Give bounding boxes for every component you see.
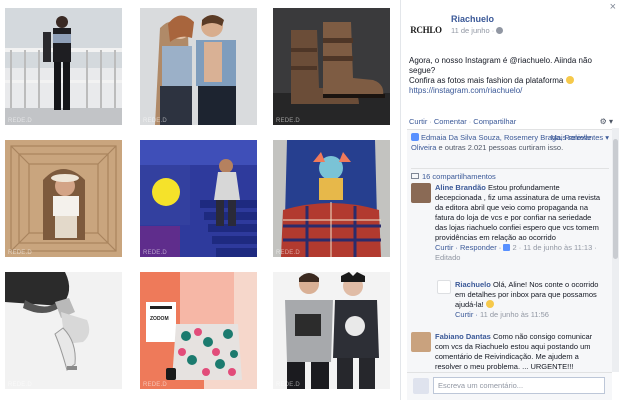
smiley-icon [565,76,574,84]
avatar[interactable] [411,332,431,352]
comment-author[interactable]: Aline Brandão [435,183,486,192]
feedback-section: Mais relevantes ▾ Edmaia Da Silva Souza,… [407,129,612,400]
post-date-text: 11 de junho · [451,26,495,35]
comment-meta: Curtir · 11 de junho às 11:56 [455,310,605,320]
post-options-icon[interactable]: ⚙ ▾ [600,117,613,126]
tile-caption: REDE.D [276,250,300,256]
photo-tile[interactable]: REDE.D [140,140,257,257]
photo-tile[interactable]: REDE.D ZODOM [140,272,257,389]
globe-icon [496,27,504,34]
comment-input[interactable] [433,377,605,394]
write-comment-box [407,372,612,398]
photo-tile[interactable]: REDE.D [273,8,390,125]
comment-actions[interactable]: Curtir · Responder · [435,243,501,252]
photo-tile[interactable]: REDE.D [5,140,122,257]
scrollbar-thumb[interactable] [613,139,618,259]
comment-author[interactable]: Riachuelo [455,280,491,289]
share-button[interactable]: Compartilhar [473,117,516,126]
tile-caption: REDE.D [276,382,300,388]
photo-tile[interactable]: REDE.D [5,272,122,389]
tile-overlay-text: ZODOM [150,316,169,322]
tile-caption: REDE.D [143,382,167,388]
page-name-link[interactable]: Riachuelo [451,14,494,24]
likes-summary: Mais relevantes ▾ Edmaia Da Silva Souza,… [411,133,609,152]
avatar [413,378,429,394]
share-icon [411,173,419,179]
photo-grid: REDE.D REDE.D REDE.D REDE.D REDE.D REDE.… [0,0,400,400]
tile-caption: REDE.D [276,118,300,124]
avatar[interactable] [411,183,431,203]
tile-caption: REDE.D [8,118,32,124]
post-text-line: Agora, o nosso Instagram é @riachuelo. A… [409,56,592,75]
comment-reply: Riachuelo Olá, Aline! Nos conte o ocorri… [437,280,607,324]
photo-tile[interactable]: REDE.D [5,8,122,125]
post-text-line: Confira as fotos mais fashion da platafo… [409,76,564,85]
instagram-link[interactable]: https://instagram.com/riachuelo/ [409,86,522,95]
tile-caption: REDE.D [143,250,167,256]
sort-comments-dropdown[interactable]: Mais relevantes ▾ [551,133,609,143]
page-logo: RCHLO [410,25,442,35]
comment: Aline Brandão Estou profundamente decepc… [411,183,607,275]
like-icon [411,133,419,141]
like-icon [503,244,511,251]
smiley-icon [485,300,494,308]
post-action-bar: Curtir · Comentar · Compartilhar ⚙ ▾ [409,117,613,129]
like-button[interactable]: Curtir [409,117,427,126]
comment-author[interactable]: Fabiano Dantas [435,332,491,341]
comment-button[interactable]: Comentar [434,117,467,126]
close-icon[interactable]: × [610,1,616,13]
shares-link[interactable]: 16 compartilhamentos [411,168,609,181]
photo-tile[interactable]: REDE.D [140,8,257,125]
shares-count: 16 compartilhamentos [422,172,496,181]
post-text: Agora, o nosso Instagram é @riachuelo. A… [409,56,609,96]
comment-meta: Curtir · Responder · 2 · 11 de junho às … [435,243,605,263]
page-avatar[interactable]: RCHLO [409,14,443,46]
avatar[interactable] [437,280,451,294]
comment: Fabiano Dantas Como não consigo comunica… [411,332,607,372]
photo-tile[interactable]: REDE.D [273,140,390,257]
tile-caption: REDE.D [143,118,167,124]
comment-actions[interactable]: Curtir · [455,310,478,319]
photo-tile[interactable]: REDE.D [273,272,390,389]
tile-caption: REDE.D [8,250,32,256]
likers-suffix: e outras 2.021 pessoas curtiram isso. [438,142,564,152]
tile-caption: REDE.D [8,382,32,388]
comment-like-count: 2 [512,243,517,252]
comment-time: 11 de junho às 11:56 [480,310,549,319]
post-header: RCHLO Riachuelo 11 de junho · [409,14,609,48]
post-date[interactable]: 11 de junho · [451,26,504,35]
